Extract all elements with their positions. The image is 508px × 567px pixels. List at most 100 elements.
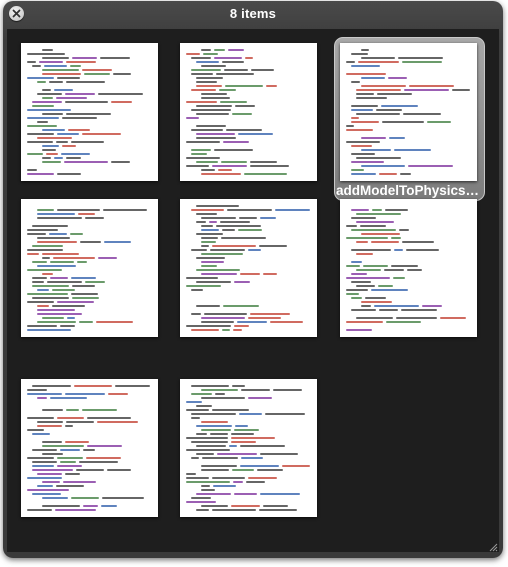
code-line (27, 169, 37, 171)
code-line (201, 253, 243, 255)
code-line (37, 93, 62, 95)
code-line (80, 241, 101, 243)
code-line (65, 93, 95, 95)
code-line (201, 245, 209, 247)
code-line (32, 277, 47, 279)
code-line (61, 153, 90, 155)
code-line (222, 61, 244, 63)
code-line (384, 269, 404, 271)
code-line (231, 433, 254, 435)
item-cell[interactable] (180, 199, 317, 337)
code-line (191, 73, 213, 75)
code-line (27, 141, 53, 143)
code-line (361, 305, 371, 307)
code-line (360, 225, 386, 227)
code-line (201, 225, 213, 227)
code-line (196, 85, 222, 87)
code-line (186, 437, 228, 439)
code-line (222, 329, 230, 331)
item-cell[interactable] (180, 43, 317, 181)
code-line (37, 425, 62, 427)
code-line (37, 209, 54, 211)
resize-grip-icon[interactable] (488, 542, 498, 552)
code-line (32, 433, 50, 435)
code-line (196, 133, 235, 135)
code-line (66, 81, 105, 83)
code-line (351, 121, 379, 123)
code-line (42, 73, 81, 75)
item-cell[interactable] (21, 379, 158, 517)
code-line (201, 237, 218, 239)
code-line (202, 457, 238, 459)
item-cell[interactable] (21, 199, 158, 337)
code-line (379, 173, 397, 175)
code-line (71, 293, 98, 295)
code-line (66, 157, 81, 159)
code-line (220, 221, 250, 223)
code-line (191, 441, 228, 443)
code-line (191, 457, 199, 459)
item-cell-selected[interactable]: addModelToPhysicsWorld.cs (334, 37, 485, 201)
code-line (196, 77, 223, 79)
code-line (42, 57, 69, 59)
code-line (96, 321, 133, 323)
items-grid: addModelToPhysicsWorld.cs (7, 29, 499, 552)
item-cell[interactable] (340, 199, 477, 337)
code-line (346, 129, 373, 131)
item-cell[interactable] (21, 43, 158, 181)
code-line (346, 293, 359, 295)
code-line (238, 229, 262, 231)
code-line (379, 309, 398, 311)
code-line (191, 393, 212, 395)
item-cell[interactable] (180, 379, 317, 517)
code-line (42, 273, 53, 275)
code-line (371, 289, 408, 291)
code-line (42, 157, 51, 159)
code-line (248, 397, 272, 399)
code-line (201, 241, 216, 243)
code-thumbnail (21, 379, 158, 517)
code-line (56, 97, 87, 99)
code-line (351, 117, 359, 119)
code-line (239, 217, 257, 219)
code-line (191, 313, 201, 315)
code-line (201, 229, 219, 231)
code-line (241, 389, 270, 391)
code-line (244, 173, 287, 175)
code-line (50, 261, 74, 263)
close-button[interactable] (9, 6, 24, 21)
code-line (232, 385, 245, 387)
code-line (351, 217, 376, 219)
code-line (356, 241, 368, 243)
code-line (60, 461, 76, 463)
code-line (351, 309, 376, 311)
code-line (201, 97, 230, 99)
code-line (42, 89, 51, 91)
code-line (363, 265, 388, 267)
code-line (27, 269, 62, 271)
code-line (201, 93, 227, 95)
code-line (42, 145, 59, 147)
code-line (27, 77, 54, 79)
code-line (115, 385, 150, 387)
code-line (186, 409, 209, 411)
code-line (111, 101, 132, 103)
code-line (83, 449, 95, 451)
code-line (266, 85, 277, 87)
code-line (27, 393, 62, 395)
code-line (97, 421, 138, 423)
code-line (37, 137, 72, 139)
code-line (196, 425, 232, 427)
code-line (74, 385, 112, 387)
code-line (356, 93, 374, 95)
code-line (371, 241, 399, 243)
code-thumbnail (180, 199, 317, 337)
code-line (66, 409, 79, 411)
code-line (191, 89, 216, 91)
code-line (257, 469, 283, 471)
code-line (32, 461, 57, 463)
code-line (42, 253, 79, 255)
code-line (63, 481, 96, 483)
title-bar[interactable]: 8 items (3, 1, 503, 27)
code-line (231, 441, 256, 443)
